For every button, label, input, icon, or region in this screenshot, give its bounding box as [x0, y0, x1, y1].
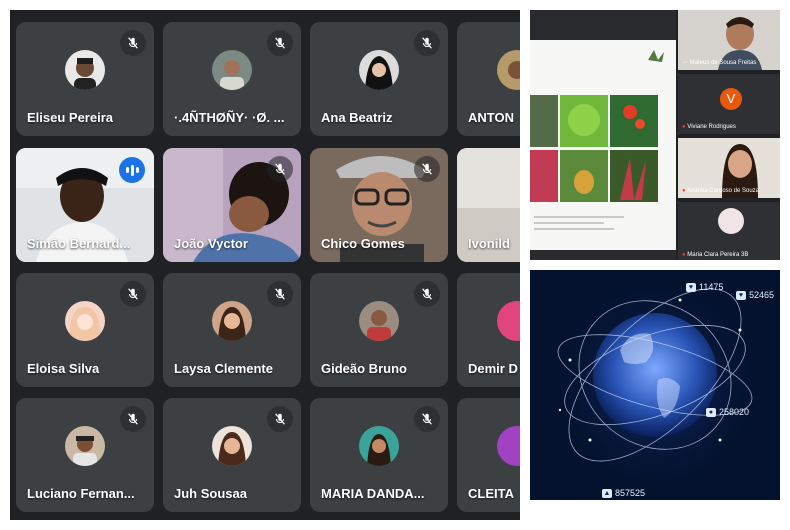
- participant-name: ● Viviane Rodrigues: [682, 124, 736, 130]
- avatar: [497, 425, 520, 466]
- mic-off-icon: [267, 406, 293, 432]
- stat-label: ▲ 857525: [602, 488, 646, 498]
- meeting-participant-grid: Eliseu Pereira ·.4ÑTHØÑY· ·Ø. ... Ana Be…: [10, 10, 520, 520]
- participant-tile[interactable]: Chico Gomes: [310, 148, 448, 262]
- mic-off-icon: [414, 156, 440, 182]
- participant-name: João Vyctor: [174, 236, 248, 251]
- avatar: V: [720, 88, 742, 110]
- participant-tile[interactable]: João Vyctor: [163, 148, 301, 262]
- participant-name: Ivonild: [468, 236, 510, 251]
- participant-name: Eliseu Pereira: [27, 110, 113, 125]
- user-icon: ●: [706, 407, 716, 417]
- participant-tile[interactable]: CLEITA: [457, 398, 520, 512]
- participant-tile[interactable]: ● Maria Clara Pereira 3B: [678, 202, 780, 260]
- globe-network-image: ♥ 11475 ♥ 52465 ● 258020 ▲ 857525: [530, 270, 780, 500]
- participant-tile[interactable]: ● Andréia Cardoso de Souza: [678, 138, 780, 198]
- participant-tile[interactable]: ANTON: [457, 22, 520, 136]
- avatar: [212, 425, 252, 466]
- heart-icon: ♥: [686, 282, 696, 292]
- participant-name: ANTON: [468, 110, 514, 125]
- avatar: [497, 300, 520, 341]
- participant-name: Luciano Fernan...: [27, 486, 135, 501]
- heart-icon: ♥: [736, 290, 746, 300]
- mic-off-icon: [414, 281, 440, 307]
- mic-off-icon: [120, 281, 146, 307]
- shared-slide: [530, 10, 676, 260]
- globe-illustration: [530, 270, 780, 500]
- mic-off-icon: [267, 281, 293, 307]
- participant-name: CLEITA: [468, 486, 514, 501]
- participant-tile-active-speaker[interactable]: Simão Bernard...: [16, 148, 154, 262]
- participant-name: MARIA DANDA...: [321, 486, 425, 501]
- participant-tile[interactable]: MARIA DANDA...: [310, 398, 448, 512]
- participant-tile[interactable]: Eloisa Silva: [16, 273, 154, 387]
- presentation-call-screenshot: ⋯ Mateus de Sousa Freitas V ● Viviane Ro…: [530, 10, 780, 260]
- avatar: [65, 425, 105, 466]
- avatar: [212, 300, 252, 341]
- participant-name: ⋯ Mateus de Sousa Freitas: [682, 60, 757, 66]
- participant-name: Eloisa Silva: [27, 361, 100, 376]
- stat-label: ● 258020: [706, 407, 749, 417]
- plant-photo-grid: [530, 50, 664, 230]
- participant-tile[interactable]: ·.4ÑTHØÑY· ·Ø. ...: [163, 22, 301, 136]
- participant-tile[interactable]: ⋯ Mateus de Sousa Freitas: [678, 10, 780, 70]
- mic-off-icon: [120, 406, 146, 432]
- participant-tile[interactable]: Ana Beatriz: [310, 22, 448, 136]
- like-icon: ▲: [602, 488, 612, 498]
- mic-off-icon: [414, 30, 440, 56]
- participant-name: ·.4ÑTHØÑY· ·Ø. ...: [174, 110, 285, 125]
- participant-tile[interactable]: Ivonild: [457, 148, 520, 262]
- participant-name: ● Maria Clara Pereira 3B: [682, 252, 749, 258]
- participant-name: Simão Bernard...: [27, 236, 131, 251]
- slide-page: [530, 40, 676, 250]
- participant-name: Laysa Clemente: [174, 361, 273, 376]
- photo-collage: Eliseu Pereira ·.4ÑTHØÑY· ·Ø. ... Ana Be…: [0, 0, 790, 530]
- participant-tile[interactable]: Juh Sousaa: [163, 398, 301, 512]
- participant-tile[interactable]: Demir D: [457, 273, 520, 387]
- mic-off-icon: [267, 30, 293, 56]
- mic-off-icon: [120, 30, 146, 56]
- mic-off-icon: [267, 156, 293, 182]
- avatar: [497, 49, 520, 90]
- participant-tile[interactable]: Luciano Fernan...: [16, 398, 154, 512]
- avatar: [718, 208, 744, 234]
- stat-label: ♥ 11475: [686, 282, 723, 292]
- avatar: [65, 300, 105, 341]
- participant-tile[interactable]: Laysa Clemente: [163, 273, 301, 387]
- participant-name: Ana Beatriz: [321, 110, 393, 125]
- stat-label: ♥ 52465: [736, 290, 774, 300]
- participant-name: Juh Sousaa: [174, 486, 247, 501]
- participant-name: Gideão Bruno: [321, 361, 407, 376]
- avatar: [359, 425, 399, 466]
- avatar: [212, 49, 252, 90]
- participant-tile[interactable]: Gideão Bruno: [310, 273, 448, 387]
- participant-name: Chico Gomes: [321, 236, 405, 251]
- mic-off-icon: [414, 406, 440, 432]
- participant-name: Demir D: [468, 361, 518, 376]
- avatar: [359, 49, 399, 90]
- avatar: [65, 49, 105, 90]
- participant-tile[interactable]: V ● Viviane Rodrigues: [678, 74, 780, 134]
- participant-tile[interactable]: Eliseu Pereira: [16, 22, 154, 136]
- speaking-indicator-icon: [119, 157, 145, 183]
- participant-name: ● Andréia Cardoso de Souza: [682, 188, 760, 194]
- avatar: [359, 300, 399, 341]
